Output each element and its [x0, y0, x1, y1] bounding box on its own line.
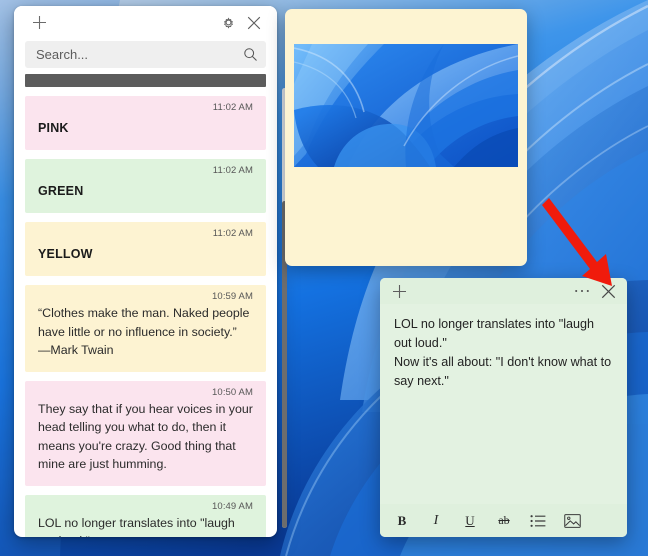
ellipsis-icon: [575, 289, 589, 293]
search-input[interactable]: [36, 47, 243, 62]
bullet-list-icon: [530, 514, 546, 527]
note-list-item[interactable]: 11:02 AM GREEN: [25, 159, 266, 213]
note-timestamp: 10:50 AM: [212, 386, 253, 398]
note-title: GREEN: [38, 184, 84, 198]
bullet-list-button[interactable]: [522, 508, 554, 534]
note-titlebar[interactable]: [380, 278, 627, 304]
note-formatting-toolbar: B I U ab: [380, 504, 627, 537]
notes-list[interactable]: 11:02 AM PINK 11:02 AM GREEN 11:02 AM YELLOW 1…: [14, 74, 277, 537]
note-add-button[interactable]: [386, 278, 412, 304]
note-preview-text: LOL no longer translates into "laugh out…: [38, 515, 235, 538]
strikethrough-button[interactable]: ab: [488, 508, 520, 534]
windows-bloom-image: [294, 44, 518, 167]
note-timestamp: 11:02 AM: [212, 228, 253, 239]
note-title: YELLOW: [38, 247, 93, 261]
note-embedded-image[interactable]: [294, 44, 518, 167]
search-icon[interactable]: [243, 47, 258, 62]
note-timestamp: 11:02 AM: [212, 102, 253, 113]
note-list-item[interactable]: 11:02 AM PINK: [25, 96, 266, 150]
note-timestamp: 10:49 AM: [212, 500, 253, 512]
add-note-button[interactable]: [26, 10, 52, 36]
bold-button[interactable]: B: [386, 508, 418, 534]
note-title: PINK: [38, 121, 69, 135]
close-icon: [601, 284, 615, 298]
insert-image-button[interactable]: [556, 508, 588, 534]
close-icon: [247, 16, 261, 29]
underline-button[interactable]: U: [454, 508, 486, 534]
note-list-item[interactable]: 11:02 AM YELLOW: [25, 222, 266, 276]
green-sticky-note-window: LOL no longer translates into "laugh out…: [380, 278, 627, 537]
settings-button[interactable]: [215, 10, 241, 36]
plus-icon: [32, 16, 46, 29]
list-window-titlebar: [14, 6, 277, 39]
note-timestamp: 10:59 AM: [212, 291, 253, 302]
note-menu-button[interactable]: [569, 278, 595, 304]
note-preview-text: They say that if you hear voices in your…: [38, 401, 257, 472]
yellow-image-note[interactable]: [285, 9, 527, 266]
note-close-button[interactable]: [595, 278, 621, 304]
note-list-item[interactable]: 10:49 AM LOL no longer translates into "l…: [25, 494, 266, 538]
image-icon: [563, 513, 581, 528]
search-area: [14, 39, 277, 74]
note-text-body[interactable]: LOL no longer translates into "laugh out…: [380, 304, 627, 504]
italic-button[interactable]: I: [420, 508, 452, 534]
note-preview-text: “Clothes make the man. Naked people have…: [38, 306, 250, 357]
note-list-item[interactable]: 10:59 AM “Clothes make the man. Naked peo…: [25, 285, 266, 372]
close-list-window-button[interactable]: [241, 10, 267, 36]
sticky-notes-list-window: 11:02 AMPINK11:02 AMGREEN11:02 AMYELLOW1…: [14, 6, 277, 537]
gear-icon: [223, 17, 233, 29]
plus-icon: [392, 284, 406, 298]
search-box[interactable]: [25, 41, 266, 68]
note-list-item[interactable]: 10:50 AM They say that if you hear voices…: [25, 380, 266, 486]
list-item-partial[interactable]: [25, 74, 266, 87]
note-timestamp: 11:02 AM: [212, 165, 253, 176]
